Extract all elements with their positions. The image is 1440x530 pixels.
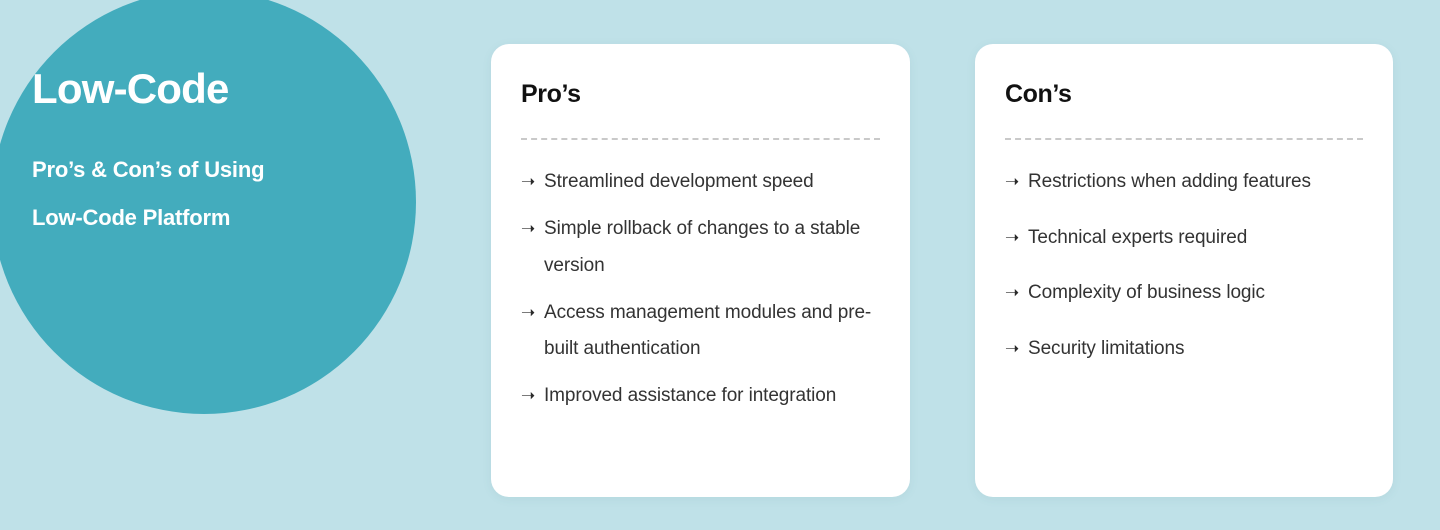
list-item: ➝ Improved assistance for integration (521, 378, 880, 415)
list-item: ➝ Security limitations (1005, 331, 1363, 368)
pros-list: ➝ Streamlined development speed ➝ Simple ro… (521, 164, 880, 415)
list-item-label: Restrictions when adding features (1028, 171, 1311, 192)
infographic-canvas: Low-Code Pro’s & Con’s of Using Low-Code… (0, 0, 1440, 530)
pros-card: Pro’s ➝ Streamlined development speed ➝ Sim… (491, 44, 910, 497)
cons-card-divider (1005, 138, 1363, 140)
cons-card: Con’s ➝ Restrictions when adding features… (975, 44, 1393, 497)
list-item: ➝ Complexity of business logic (1005, 275, 1363, 312)
hero-text-block: Low-Code Pro’s & Con’s of Using Low-Code… (32, 65, 392, 242)
arrow-right-icon: ➝ (1005, 227, 1020, 247)
arrow-right-icon: ➝ (521, 219, 536, 238)
list-item-label: Security limitations (1028, 337, 1185, 359)
list-item-label: Access management modules and pre-built … (544, 301, 872, 360)
arrow-right-icon: ➝ (521, 386, 536, 405)
list-item-label: Improved assistance for integration (544, 385, 837, 406)
list-item-label: Technical experts required (1028, 226, 1248, 248)
list-item-label: Complexity of business logic (1028, 282, 1265, 303)
list-item-label: Streamlined development speed (544, 171, 814, 192)
cons-card-title: Con’s (1005, 80, 1072, 108)
list-item: ➝ Simple rollback of changes to a stable … (521, 211, 880, 284)
list-item: ➝ Restrictions when adding features (1005, 164, 1363, 201)
arrow-right-icon: ➝ (1005, 172, 1020, 191)
list-item: ➝ Access management modules and pre-built… (521, 295, 880, 368)
list-item: ➝ Technical experts required (1005, 220, 1363, 257)
arrow-right-icon: ➝ (521, 302, 536, 322)
arrow-right-icon: ➝ (1005, 283, 1020, 302)
list-item: ➝ Streamlined development speed (521, 164, 880, 201)
pros-card-divider (521, 138, 880, 140)
page-title: Low-Code (32, 65, 229, 112)
cons-list: ➝ Restrictions when adding features ➝ Techn… (1005, 164, 1363, 367)
arrow-right-icon: ➝ (521, 172, 536, 191)
arrow-right-icon: ➝ (1005, 338, 1020, 358)
list-item-label: Simple rollback of changes to a stable v… (544, 218, 861, 276)
pros-card-title: Pro’s (521, 80, 581, 108)
page-subtitle-line-1: Pro’s & Con’s of Using (32, 157, 265, 183)
page-subtitle-line-2: Low-Code Platform (32, 205, 231, 231)
